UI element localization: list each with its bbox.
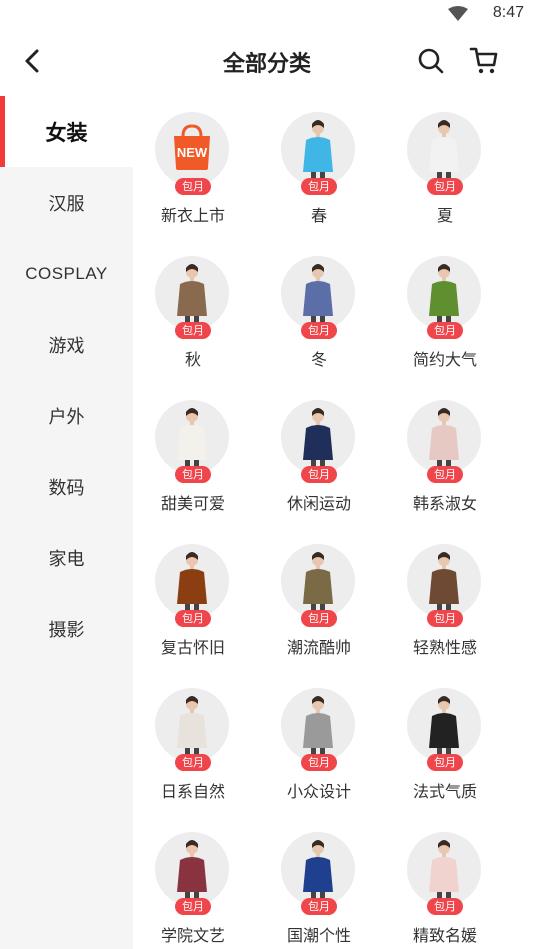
monthly-badge: 包月 [427, 898, 463, 915]
category-item[interactable]: NEW 包月新衣上市 [130, 112, 256, 242]
category-item[interactable]: 包月 法式气质 [382, 688, 508, 818]
category-label: 法式气质 [412, 782, 477, 801]
category-label: 日系自然 [160, 782, 225, 801]
sidebar-item-label: 家电 [48, 548, 85, 570]
monthly-badge: 包月 [427, 754, 463, 771]
model-photo [155, 544, 229, 618]
new-bag-icon: NEW [155, 112, 229, 186]
category-item[interactable]: 包月秋 [130, 256, 256, 386]
category-label: 休闲运动 [286, 494, 351, 513]
sidebar-item-photography[interactable]: 摄影 [0, 593, 133, 664]
sidebar-item-cosplay[interactable]: COSPLAY [0, 238, 133, 309]
category-label: 国潮个性 [286, 926, 351, 945]
model-photo [407, 256, 481, 330]
sidebar-item-label: 汉服 [48, 193, 85, 215]
sidebar-item-outdoor[interactable]: 户外 [0, 380, 133, 451]
model-photo [281, 688, 355, 762]
sidebar-item-label: 摄影 [48, 619, 85, 641]
page-title: 全部分类 [222, 52, 311, 77]
sidebar-item-label: 女装 [45, 120, 88, 145]
sidebar-item-games[interactable]: 游戏 [0, 309, 133, 380]
category-item[interactable]: 包月 日系自然 [130, 688, 256, 818]
category-item[interactable]: 包月 精致名媛 [382, 832, 508, 949]
category-item[interactable]: 包月 轻熟性感 [382, 544, 508, 674]
monthly-badge: 包月 [175, 610, 211, 627]
category-item[interactable]: 包月 韩系淑女 [382, 400, 508, 530]
category-label: 新衣上市 [160, 206, 225, 225]
category-item[interactable]: 包月 休闲运动 [256, 400, 382, 530]
sidebar-item-label: COSPLAY [25, 263, 108, 283]
category-item[interactable]: 包月 复古怀旧 [130, 544, 256, 674]
category-label: 复古怀旧 [160, 638, 225, 657]
header-bar: 全部分类 [0, 28, 534, 94]
category-item[interactable]: 包月 国潮个性 [256, 832, 382, 949]
monthly-badge: 包月 [175, 322, 211, 339]
category-label: 学院文艺 [160, 926, 225, 945]
monthly-badge: 包月 [301, 178, 337, 195]
sidebar-item-label: 游戏 [48, 335, 85, 357]
category-item[interactable]: 包月 简约大气 [382, 256, 508, 386]
svg-text:NEW: NEW [177, 145, 208, 160]
category-sidebar: 女装 汉服 COSPLAY 游戏 户外 数码 家电 摄影 [0, 96, 133, 949]
monthly-badge: 包月 [301, 466, 337, 483]
monthly-badge: 包月 [427, 610, 463, 627]
category-label: 秋 [184, 350, 201, 369]
monthly-badge: 包月 [427, 178, 463, 195]
category-item[interactable]: 包月夏 [382, 112, 508, 242]
wifi-icon [448, 6, 468, 21]
model-photo [407, 112, 481, 186]
monthly-badge: 包月 [175, 178, 211, 195]
category-item[interactable]: 包月冬 [256, 256, 382, 386]
category-item[interactable]: 包月 甜美可爱 [130, 400, 256, 530]
monthly-badge: 包月 [301, 754, 337, 771]
model-photo [407, 544, 481, 618]
model-photo [155, 256, 229, 330]
category-label: 潮流酷帅 [286, 638, 351, 657]
monthly-badge: 包月 [427, 466, 463, 483]
sidebar-item-womens-wear[interactable]: 女装 [0, 96, 133, 167]
category-item[interactable]: 包月春 [256, 112, 382, 242]
model-photo [281, 832, 355, 906]
model-photo [155, 832, 229, 906]
sidebar-item-label: 数码 [48, 477, 85, 499]
category-label: 甜美可爱 [160, 494, 225, 513]
category-item[interactable]: 包月 学院文艺 [130, 832, 256, 949]
category-label: 春 [310, 206, 327, 225]
category-label: 冬 [310, 350, 327, 369]
model-photo [407, 832, 481, 906]
monthly-badge: 包月 [175, 898, 211, 915]
status-bar: 8:47 [0, 0, 534, 28]
back-arrow-icon[interactable] [18, 46, 46, 76]
category-label: 韩系淑女 [412, 494, 477, 513]
category-label: 小众设计 [286, 782, 351, 801]
sidebar-item-hanfu[interactable]: 汉服 [0, 167, 133, 238]
category-label: 轻熟性感 [412, 638, 477, 657]
model-photo [155, 688, 229, 762]
model-photo [281, 400, 355, 474]
monthly-badge: 包月 [175, 754, 211, 771]
cart-icon[interactable] [468, 44, 500, 76]
sidebar-item-appliances[interactable]: 家电 [0, 522, 133, 593]
category-label: 精致名媛 [412, 926, 477, 945]
model-photo [281, 112, 355, 186]
model-photo [281, 256, 355, 330]
sidebar-item-digital[interactable]: 数码 [0, 451, 133, 522]
model-photo [407, 688, 481, 762]
monthly-badge: 包月 [301, 898, 337, 915]
category-item[interactable]: 包月 潮流酷帅 [256, 544, 382, 674]
monthly-badge: 包月 [175, 466, 211, 483]
status-time: 8:47 [492, 4, 524, 21]
search-icon[interactable] [416, 46, 446, 76]
category-item[interactable]: 包月 小众设计 [256, 688, 382, 818]
sidebar-item-label: 户外 [48, 406, 85, 428]
model-photo [281, 544, 355, 618]
model-photo [155, 400, 229, 474]
model-photo [407, 400, 481, 474]
monthly-badge: 包月 [301, 610, 337, 627]
monthly-badge: 包月 [301, 322, 337, 339]
category-label: 简约大气 [412, 350, 477, 369]
monthly-badge: 包月 [427, 322, 463, 339]
category-label: 夏 [436, 206, 453, 225]
